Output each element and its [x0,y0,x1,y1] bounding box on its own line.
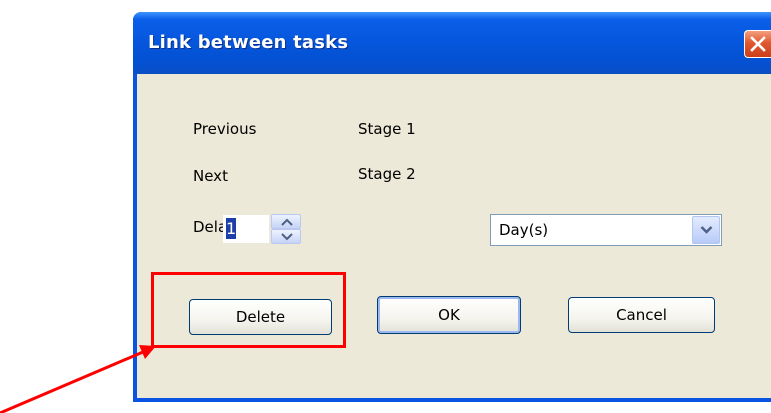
close-icon [750,36,766,52]
chevron-up-icon [281,218,293,226]
previous-value: Stage 1 [358,120,416,138]
delay-unit-value: Day(s) [499,221,549,239]
close-button[interactable] [744,30,771,58]
spin-down-button[interactable] [271,229,301,244]
delay-value: 1 [226,218,237,239]
dialog-title: Link between tasks [148,32,349,53]
next-value: Stage 2 [358,165,416,183]
highlight-box [151,272,346,348]
delay-unit-select[interactable]: Day(s) [490,214,722,246]
screenshot-stage: Link between tasks Previous Stage 1 Next… [0,0,771,413]
next-label: Next [193,167,228,185]
previous-label: Previous [193,120,257,138]
cancel-button[interactable]: Cancel [568,297,715,333]
spinner-buttons [271,213,301,245]
dropdown-button[interactable] [692,216,720,244]
title-bar[interactable]: Link between tasks [133,12,771,74]
delay-input[interactable]: 1 [223,215,269,243]
ok-button[interactable]: OK [377,296,521,334]
delay-spinner[interactable]: 1 [223,213,305,245]
chevron-down-icon [281,233,293,241]
spin-up-button[interactable] [271,214,301,229]
chevron-down-icon [700,226,713,234]
